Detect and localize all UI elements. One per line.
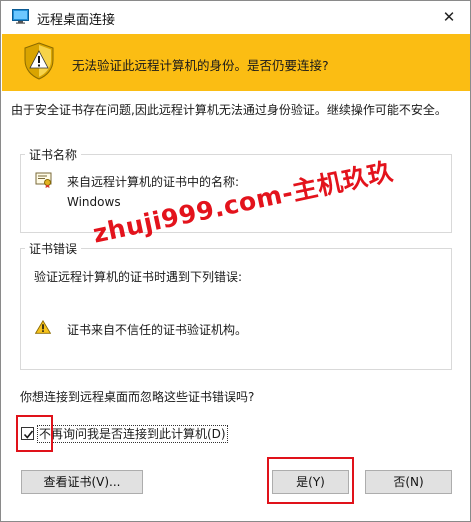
certificate-error-intro: 验证远程计算机的证书时遇到下列错误: <box>34 270 243 284</box>
certificate-name-legend: 证书名称 <box>25 146 82 163</box>
title-bar[interactable]: 远程桌面连接 ✕ <box>1 1 470 33</box>
no-button[interactable]: 否(N) <box>365 470 452 494</box>
checkbox-highlight-annotation <box>16 415 53 452</box>
close-button[interactable]: ✕ <box>434 5 464 29</box>
warning-banner: 无法验证此远程计算机的身份。是否仍要连接? <box>2 34 470 91</box>
remote-desktop-icon <box>12 9 29 24</box>
certificate-name-value: Windows <box>67 195 121 209</box>
view-certificate-button[interactable]: 查看证书(V)... <box>21 470 143 494</box>
yes-button-highlight-annotation <box>267 457 354 504</box>
certificate-name-label: 来自远程计算机的证书中的名称: <box>67 175 240 189</box>
warning-triangle-icon <box>34 319 52 334</box>
close-icon: ✕ <box>442 8 456 26</box>
certificate-icon <box>35 171 53 189</box>
certificate-error-group: 证书错误 验证远程计算机的证书时遇到下列错误: 证书来自不信任的证书验证机构。 <box>20 240 452 370</box>
intro-text: 由于安全证书存在问题,因此远程计算机无法通过身份验证。继续操作可能不安全。 <box>11 103 447 117</box>
banner-message: 无法验证此远程计算机的身份。是否仍要连接? <box>72 58 329 73</box>
rdp-certificate-dialog: 远程桌面连接 ✕ 无法验证此远程计算机的身份。是否仍要连接? 由于安全证书存在问… <box>0 0 471 522</box>
certificate-error-legend: 证书错误 <box>25 240 82 257</box>
dont-ask-again-label[interactable]: 不再询问我是否连接到此计算机(D) <box>37 425 228 443</box>
security-shield-warning-icon <box>23 42 55 80</box>
certificate-error-message: 证书来自不信任的证书验证机构。 <box>67 323 248 337</box>
window-title: 远程桌面连接 <box>37 13 116 28</box>
ignore-errors-question: 你想连接到远程桌面而忽略这些证书错误吗? <box>20 390 255 404</box>
